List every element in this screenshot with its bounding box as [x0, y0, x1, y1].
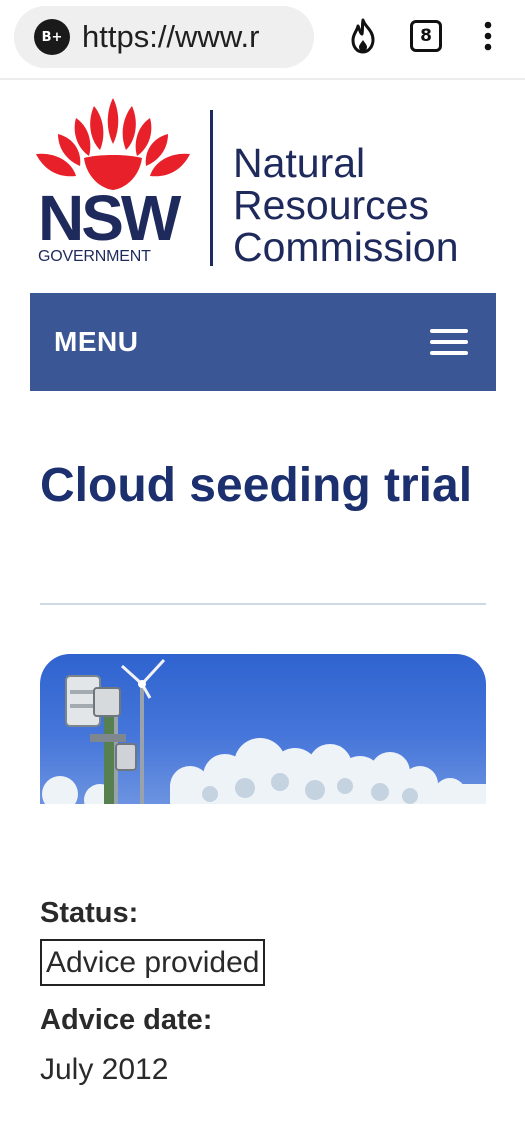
- title-divider: [40, 603, 486, 605]
- advice-date-label: Advice date:: [40, 1004, 213, 1036]
- page-title: Cloud seeding trial: [40, 459, 473, 512]
- org-name-line: Resources: [233, 182, 429, 228]
- status-badge: Advice provided: [40, 939, 266, 986]
- tab-count: 8: [410, 20, 442, 52]
- browser-toolbar: B+ https://www.r 8: [0, 0, 525, 80]
- nsw-wordmark: NSW: [38, 182, 181, 254]
- menu-button[interactable]: MENU: [30, 293, 496, 391]
- status-label: Status:: [40, 897, 139, 929]
- org-name-line: Natural: [233, 140, 366, 186]
- government-wordmark: GOVERNMENT: [38, 248, 151, 265]
- menu-label: MENU: [54, 326, 139, 357]
- address-bar[interactable]: B+ https://www.r: [14, 6, 314, 68]
- waratah-icon: [36, 98, 190, 190]
- more-vert-icon[interactable]: [470, 14, 506, 58]
- fire-icon[interactable]: [343, 14, 383, 58]
- hero-image: [40, 654, 486, 804]
- org-name-line: Commission: [233, 224, 459, 270]
- hamburger-icon[interactable]: [430, 329, 468, 355]
- advice-date-value: July 2012: [40, 1053, 169, 1086]
- organisation-name: Natural Resources Commission: [233, 142, 459, 268]
- nsw-government-logo[interactable]: NSW GOVERNMENT Natural Resources Commiss…: [28, 96, 498, 274]
- site-badge-icon[interactable]: B+: [34, 19, 70, 55]
- tab-switcher-button[interactable]: 8: [405, 14, 447, 58]
- logo-divider: [210, 110, 213, 266]
- url-text[interactable]: https://www.r: [82, 19, 304, 55]
